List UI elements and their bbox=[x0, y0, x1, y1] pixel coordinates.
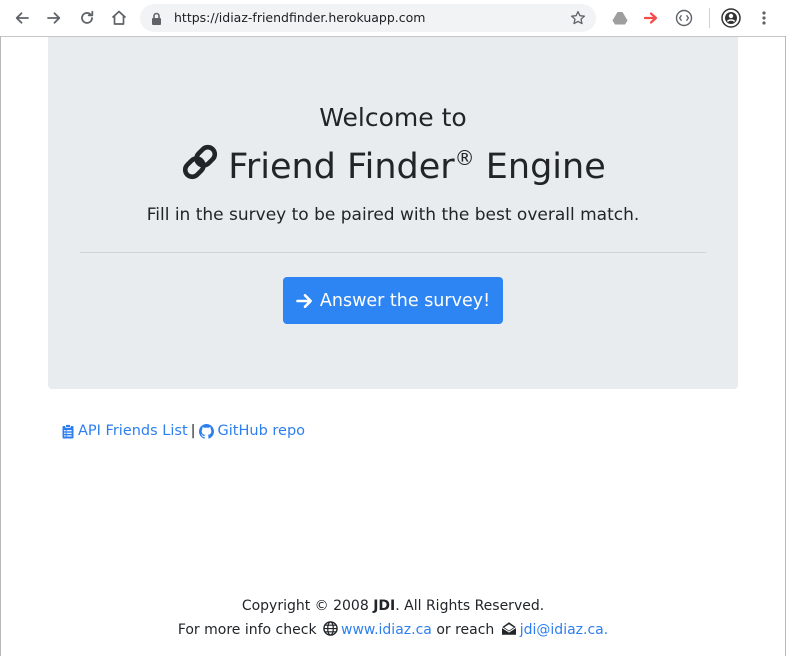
info-prefix: For more info check bbox=[177, 622, 317, 638]
clipboard-list-icon bbox=[62, 423, 74, 438]
page-title: Friend Finder® Engine bbox=[48, 142, 738, 189]
github-repo-label: GitHub repo bbox=[217, 423, 306, 439]
divider bbox=[80, 252, 706, 253]
title-text: Friend Finder bbox=[228, 147, 455, 187]
answer-survey-label: Answer the survey! bbox=[319, 290, 491, 311]
contact-line: For more info check www.idiaz.ca or reac… bbox=[0, 618, 786, 642]
envelope-open-icon bbox=[501, 622, 517, 635]
extension-red-arrow-icon[interactable] bbox=[642, 8, 662, 28]
more-vertical-icon bbox=[762, 11, 766, 25]
copyright-line: Copyright © 2008 JDI. All Rights Reserve… bbox=[0, 594, 786, 618]
title-suffix: Engine bbox=[485, 147, 606, 187]
website-link[interactable]: www.idiaz.ca bbox=[341, 622, 432, 638]
github-repo-link[interactable]: GitHub repo bbox=[198, 423, 306, 439]
github-icon bbox=[198, 423, 214, 439]
or-reach-text: or reach bbox=[436, 622, 495, 638]
lock-icon bbox=[151, 11, 162, 30]
home-icon bbox=[111, 10, 127, 25]
links-row: API Friends List | GitHub repo bbox=[62, 423, 305, 439]
registered-mark: ® bbox=[454, 146, 475, 171]
star-icon[interactable] bbox=[570, 10, 586, 30]
extension-devtools-icon[interactable] bbox=[674, 8, 694, 28]
email-link[interactable]: jdi@idiaz.ca. bbox=[520, 622, 608, 638]
link-icon bbox=[180, 142, 220, 186]
back-arrow-icon bbox=[15, 12, 29, 24]
hero-jumbotron: Welcome to Friend Finder® Engine Fill in… bbox=[48, 37, 738, 389]
api-friends-list-link[interactable]: API Friends List bbox=[62, 423, 188, 439]
extension-drive-icon[interactable] bbox=[610, 8, 630, 28]
forward-arrow-icon bbox=[47, 12, 61, 24]
back-button[interactable] bbox=[10, 6, 34, 30]
url-text[interactable]: https://idiaz-friendfinder.herokuapp.com bbox=[174, 4, 425, 32]
toolbar-separator bbox=[709, 8, 710, 28]
lead-text: Fill in the survey to be paired with the… bbox=[146, 205, 640, 225]
answer-survey-button[interactable]: Answer the survey! bbox=[283, 277, 503, 324]
copyright-suffix: . All Rights Reserved. bbox=[395, 598, 545, 614]
brand-name: JDI bbox=[373, 598, 396, 614]
browser-menu-button[interactable] bbox=[754, 8, 774, 28]
links-separator: | bbox=[190, 423, 196, 439]
profile-avatar[interactable] bbox=[721, 8, 741, 28]
welcome-heading: Welcome to bbox=[319, 103, 467, 132]
api-friends-list-label: API Friends List bbox=[78, 423, 188, 439]
footer: Copyright © 2008 JDI. All Rights Reserve… bbox=[0, 594, 786, 642]
copyright-prefix: Copyright © 2008 bbox=[241, 598, 369, 614]
home-button[interactable] bbox=[107, 6, 131, 30]
window-border-left bbox=[0, 36, 1, 656]
reload-icon bbox=[81, 10, 94, 24]
address-bar[interactable]: https://idiaz-friendfinder.herokuapp.com bbox=[140, 4, 596, 32]
forward-button[interactable] bbox=[42, 6, 66, 30]
globe-icon bbox=[323, 621, 338, 636]
reload-button[interactable] bbox=[75, 6, 99, 30]
arrow-right-icon bbox=[296, 293, 312, 308]
browser-toolbar: https://idiaz-friendfinder.herokuapp.com bbox=[0, 0, 786, 37]
